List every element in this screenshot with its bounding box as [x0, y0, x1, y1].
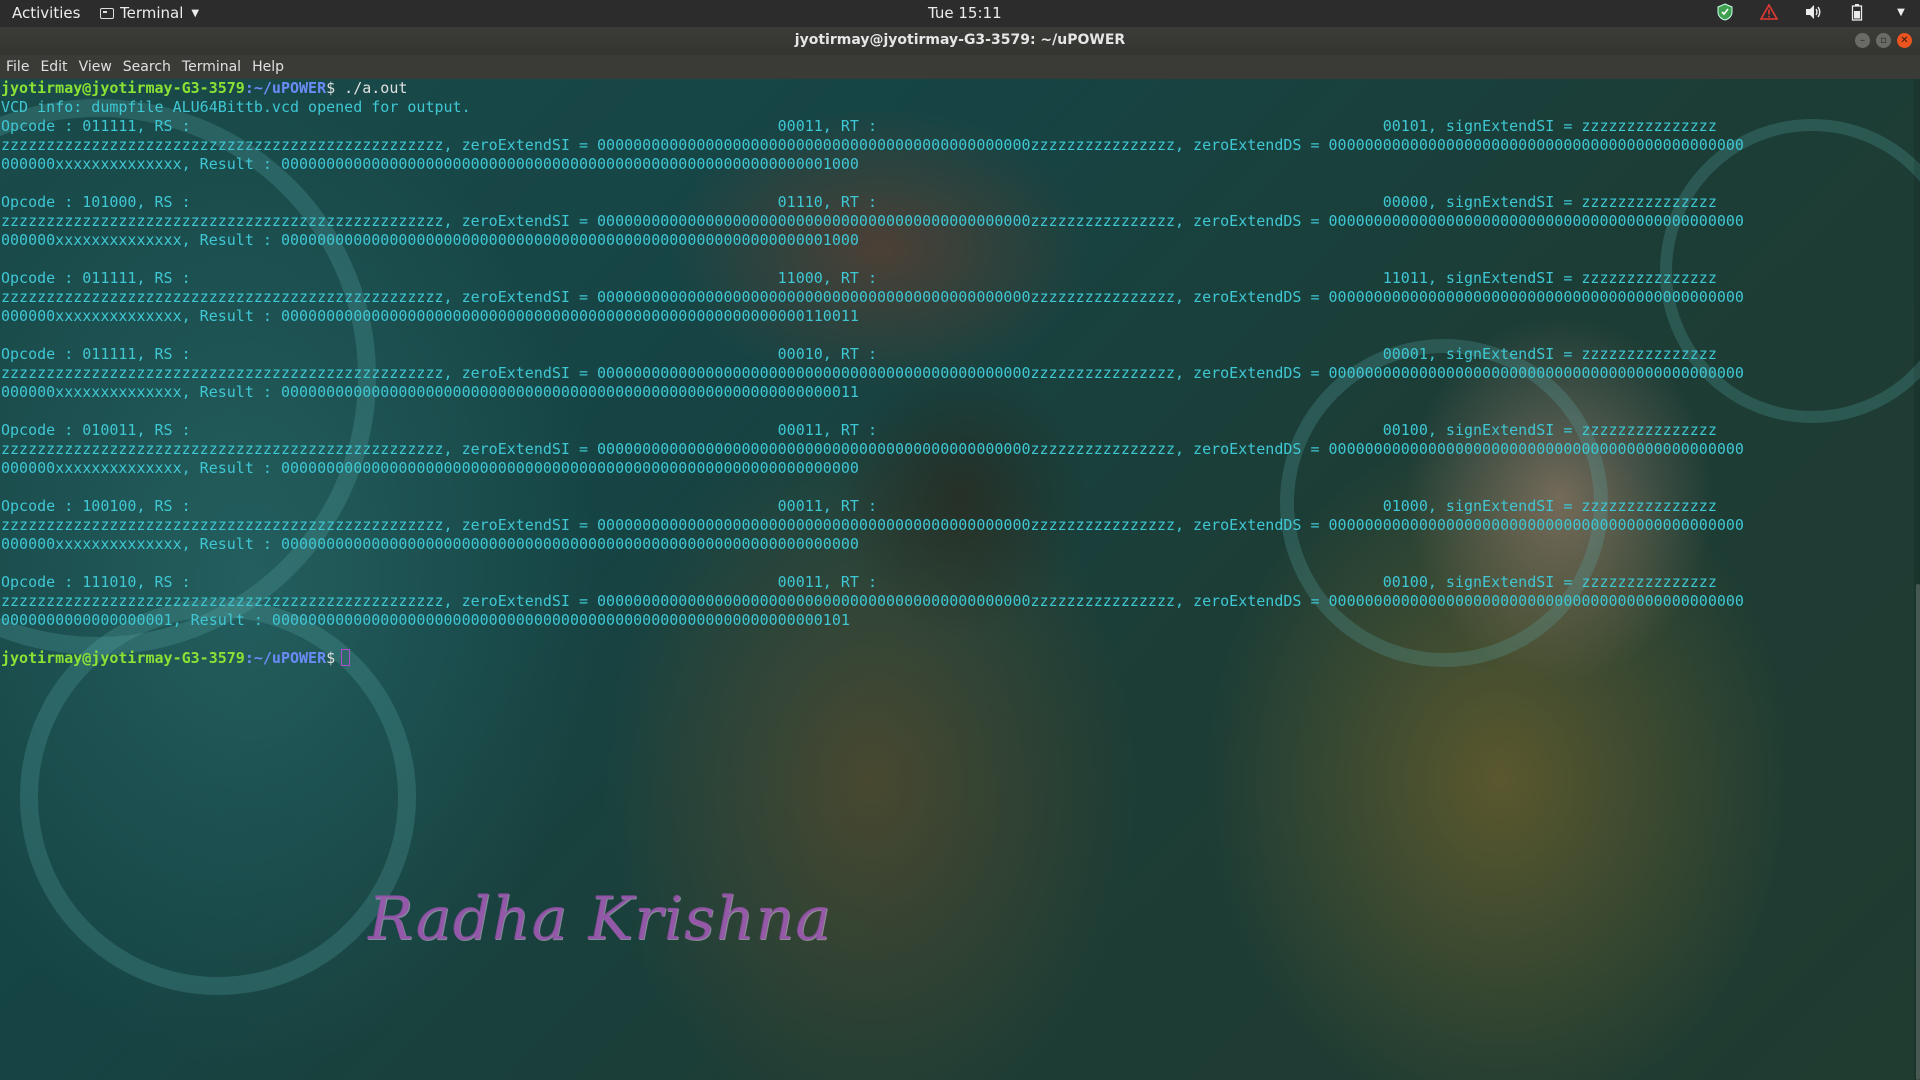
output-line: zzzzzzzzzzzzzzzzzzzzzzzzzzzzzzzzzzzzzzzz… — [1, 364, 1744, 382]
output-lines: VCD info: dumpfile ALU64Bittb.vcd opened… — [1, 98, 1744, 629]
menu-view[interactable]: View — [73, 55, 117, 79]
activities-button[interactable]: Activities — [12, 4, 80, 22]
shield-icon[interactable] — [1716, 3, 1734, 21]
output-line: 000000xxxxxxxxxxxxxx, Result : 000000000… — [1, 231, 859, 249]
close-icon[interactable]: ✕ — [1897, 33, 1912, 48]
prompt-user: jyotirmay@jyotirmay-G3-3579 — [1, 79, 245, 97]
terminal-icon — [100, 7, 114, 19]
minimize-icon[interactable]: – — [1855, 33, 1870, 48]
terminal-scrollbar[interactable] — [1914, 79, 1920, 1080]
chevron-down-icon[interactable]: ▼ — [1892, 3, 1910, 21]
output-line: Opcode : 011111, RS : 00010, RT : 00001,… — [1, 345, 1717, 363]
maximize-icon[interactable]: ▫ — [1876, 33, 1891, 48]
wallpaper-watermark: Radha Krishna — [368, 884, 832, 954]
warning-icon[interactable] — [1760, 3, 1778, 21]
command-text: ./a.out — [335, 79, 408, 97]
terminal-area[interactable]: Radha Krishna jyotirmay@jyotirmay-G3-357… — [0, 79, 1920, 1080]
app-menu-label: Terminal — [120, 4, 184, 22]
terminal-output[interactable]: jyotirmay@jyotirmay-G3-3579:~/uPOWER$ ./… — [1, 79, 1744, 668]
battery-icon[interactable] — [1848, 3, 1866, 21]
output-line: Opcode : 111010, RS : 00011, RT : 00100,… — [1, 573, 1717, 591]
output-line: zzzzzzzzzzzzzzzzzzzzzzzzzzzzzzzzzzzzzzzz… — [1, 516, 1744, 534]
window-controls: – ▫ ✕ — [1855, 33, 1912, 48]
output-line: Opcode : 011111, RS : 11000, RT : 11011,… — [1, 269, 1717, 287]
output-line: 000000xxxxxxxxxxxxxx, Result : 000000000… — [1, 383, 859, 401]
prompt-dollar: $ — [326, 79, 336, 97]
menu-search[interactable]: Search — [117, 55, 176, 79]
volume-icon[interactable] — [1804, 3, 1822, 21]
menu-edit[interactable]: Edit — [34, 55, 72, 79]
scrollbar-thumb[interactable] — [1916, 584, 1920, 1080]
prompt-path: :~/uPOWER — [244, 79, 327, 97]
menu-bar: File Edit View Search Terminal Help — [0, 55, 1920, 79]
output-line: Opcode : 011111, RS : 00011, RT : 00101,… — [1, 117, 1717, 135]
window-titlebar[interactable]: jyotirmay@jyotirmay-G3-3579: ~/uPOWER – … — [0, 27, 1920, 55]
system-tray[interactable]: ▼ — [1716, 3, 1910, 21]
chevron-down-icon: ▼ — [191, 7, 200, 19]
output-line: zzzzzzzzzzzzzzzzzzzzzzzzzzzzzzzzzzzzzzzz… — [1, 212, 1744, 230]
output-line: 000000xxxxxxxxxxxxxx, Result : 000000000… — [1, 535, 859, 553]
output-line: zzzzzzzzzzzzzzzzzzzzzzzzzzzzzzzzzzzzzzzz… — [1, 136, 1744, 154]
output-line: 0000000000000000001, Result : 0000000000… — [1, 611, 850, 629]
prompt-user: jyotirmay@jyotirmay-G3-3579 — [1, 649, 245, 667]
output-line: VCD info: dumpfile ALU64Bittb.vcd opened… — [1, 98, 471, 116]
app-menu[interactable]: Terminal ▼ — [100, 4, 199, 22]
prompt-dollar: $ — [326, 649, 336, 667]
menu-help[interactable]: Help — [246, 55, 289, 79]
output-line: 000000xxxxxxxxxxxxxx, Result : 000000000… — [1, 155, 859, 173]
output-line: zzzzzzzzzzzzzzzzzzzzzzzzzzzzzzzzzzzzzzzz… — [1, 440, 1744, 458]
output-line: Opcode : 010011, RS : 00011, RT : 00100,… — [1, 421, 1717, 439]
prompt-path: :~/uPOWER — [244, 649, 327, 667]
menu-file[interactable]: File — [0, 55, 34, 79]
prompt-line: jyotirmay@jyotirmay-G3-3579:~/uPOWER$ ./… — [1, 79, 407, 97]
output-line: Opcode : 100100, RS : 00011, RT : 01000,… — [1, 497, 1717, 515]
prompt-line: jyotirmay@jyotirmay-G3-3579:~/uPOWER$ — [1, 649, 351, 667]
output-line: Opcode : 101000, RS : 01110, RT : 00000,… — [1, 193, 1717, 211]
clock[interactable]: Tue 15:11 — [928, 4, 1002, 22]
top-panel: Activities Terminal ▼ Tue 15:11 ▼ — [0, 0, 1920, 27]
output-line: 000000xxxxxxxxxxxxxx, Result : 000000000… — [1, 307, 859, 325]
output-line: 000000xxxxxxxxxxxxxx, Result : 000000000… — [1, 459, 859, 477]
output-line: zzzzzzzzzzzzzzzzzzzzzzzzzzzzzzzzzzzzzzzz… — [1, 592, 1744, 610]
menu-terminal[interactable]: Terminal — [176, 55, 246, 79]
text-cursor — [341, 649, 351, 666]
output-line: zzzzzzzzzzzzzzzzzzzzzzzzzzzzzzzzzzzzzzzz… — [1, 288, 1744, 306]
window-title: jyotirmay@jyotirmay-G3-3579: ~/uPOWER — [794, 32, 1126, 48]
